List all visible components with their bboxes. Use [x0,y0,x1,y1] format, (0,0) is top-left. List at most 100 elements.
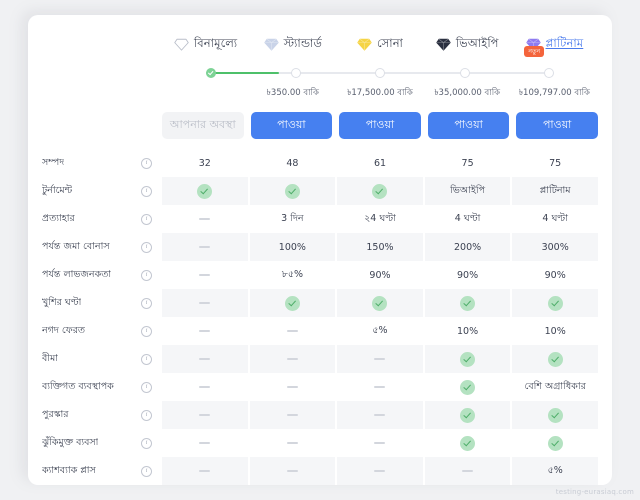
feature-value-cell [162,233,248,261]
feature-value-cell: বেশি অগ্রাধিকার [524,380,586,392]
table-row: পর্যন্ত জমা বোনাস i 100% 150% 200% 300% [28,233,598,261]
feature-label-cell: পর্যন্ত জমা বোনাস i [28,233,162,261]
new-badge: নতুন [524,46,545,57]
feature-value-cell: ৫% [372,324,388,336]
table-row: পুরস্কার i [28,401,598,429]
feature-value-cell [424,401,511,429]
info-icon[interactable]: i [141,381,152,393]
check-icon [460,379,476,395]
info-icon[interactable]: i [141,409,152,421]
info-icon[interactable]: i [141,269,152,281]
info-icon[interactable]: i [141,325,152,337]
info-icon[interactable]: i [141,297,152,309]
table-row: ঝুঁকিমুক্ত ব্যবসা i [28,429,598,457]
get-button[interactable]: পাওয়া [250,112,333,139]
check-icon [284,183,300,199]
feature-label: নগদ ফেরত [42,324,86,336]
feature-label: ক্যাশব্যাক প্লাস [42,464,96,476]
diamond-icon [436,38,451,51]
feature-value-cell: 90% [457,269,479,281]
feature-value-cell [337,177,423,205]
feature-value-cell [162,289,248,317]
feature-value-cell [162,317,248,345]
feature-value-cell: 75 [461,157,474,169]
feature-label-cell: খুশির ঘণ্টা i [28,289,162,317]
feature-label-cell: প্রত্যাহার i [28,205,162,233]
feature-label-cell: টুর্নামেন্ট i [28,177,162,205]
feature-value-cell: ২4 ঘণ্টা [364,212,396,224]
diamond-outline-icon [174,38,189,51]
table-row: টুর্নামেন্ট i ভিআইপি প্লাটিনাম [28,177,598,205]
tier-progress [162,67,598,79]
check-icon [460,435,476,451]
feature-label-cell: ঝুঁকিমুক্ত ব্যবসা i [28,429,162,457]
check-icon [460,295,476,311]
get-button[interactable]: পাওয়া [427,112,510,139]
info-icon[interactable]: i [141,185,152,197]
feature-label-cell: সম্পদ i [28,149,162,177]
feature-value-cell [162,429,248,457]
tier-5[interactable]: প্লাটিনাম নতুন [511,31,598,57]
tier-4[interactable]: ভিআইপি [424,31,511,57]
feature-value-cell [162,261,248,289]
tier-2[interactable]: স্ট্যান্ডার্ড [249,31,336,57]
check-icon [547,351,563,367]
feature-label-cell: ক্যাশব্যাক প্লাস i [28,457,162,485]
dash-icon [286,386,298,388]
progress-node-1 [206,68,216,78]
tier-3[interactable]: সোনা [336,31,423,57]
feature-label: সম্পদ [42,156,65,168]
progress-node-5 [544,68,554,78]
feature-comparison-table: সম্পদ i 32 48 61 75 75 টুর্নামেন্ট i ভিআইপি প্লাটি… [28,149,612,485]
feature-label: খুশির ঘণ্টা [42,296,82,308]
price-cell [162,86,249,100]
feature-value-cell [337,373,423,401]
check-icon [372,183,388,199]
feature-value-cell [337,457,423,485]
price-row: ৳350.00 বাকি ৳17,500.00 বাকি ৳35,000.00 বা… [162,86,598,100]
feature-value-cell [512,289,598,317]
table-row: নগদ ফেরত i ৫% 10% 10% [28,317,598,345]
info-icon[interactable]: i [141,437,152,449]
feature-value-cell [424,289,511,317]
tier-label: সোনা [377,35,403,50]
dash-icon [286,470,298,472]
feature-label: ব্যক্তিগত ব্যবস্থাপক [42,380,114,392]
check-icon [372,295,388,311]
feature-label: টুর্নামেন্ট [42,184,73,196]
feature-value-cell [250,317,336,345]
price-cell: ৳109,797.00 বাকি [518,88,590,98]
feature-value-cell: 48 [286,157,299,169]
feature-value-cell [337,345,423,373]
feature-value-cell [424,345,511,373]
feature-value-cell [249,177,336,205]
info-icon[interactable]: i [141,465,152,477]
feature-value-cell [249,401,336,429]
feature-value-cell [162,401,248,429]
feature-value-cell: 100% [249,233,336,261]
get-button[interactable]: পাওয়া [516,112,598,139]
info-icon[interactable]: i [141,157,152,169]
table-row: পর্যন্ত লাভজনকতা i ৮৫% 90% 90% 90% [28,261,598,289]
info-icon[interactable]: i [141,213,152,225]
get-button[interactable]: পাওয়া [339,112,421,139]
feature-value-cell: ভিআইপি [424,177,511,205]
diamond-icon [357,38,372,51]
feature-label-cell: পুরস্কার i [28,401,162,429]
dash-icon [374,470,386,472]
feature-value-cell: 75 [549,157,562,169]
dash-icon [199,218,211,220]
feature-value-cell: 4 ঘণ্টা [542,212,568,224]
feature-value-cell [337,289,423,317]
dash-icon [199,358,211,360]
tier-1[interactable]: বিনামূল্যে [162,31,249,57]
feature-value-cell [162,457,248,485]
feature-value-cell [512,429,598,457]
info-icon[interactable]: i [141,353,152,365]
info-icon[interactable]: i [141,241,152,253]
feature-value-cell: 32 [198,157,211,169]
table-row: বীমা i [28,345,598,373]
feature-value-cell [512,401,598,429]
table-row: প্রত্যাহার i 3 দিন ২4 ঘণ্টা 4 ঘণ্টা 4 ঘণ্টা [28,205,598,233]
check-icon [460,351,476,367]
